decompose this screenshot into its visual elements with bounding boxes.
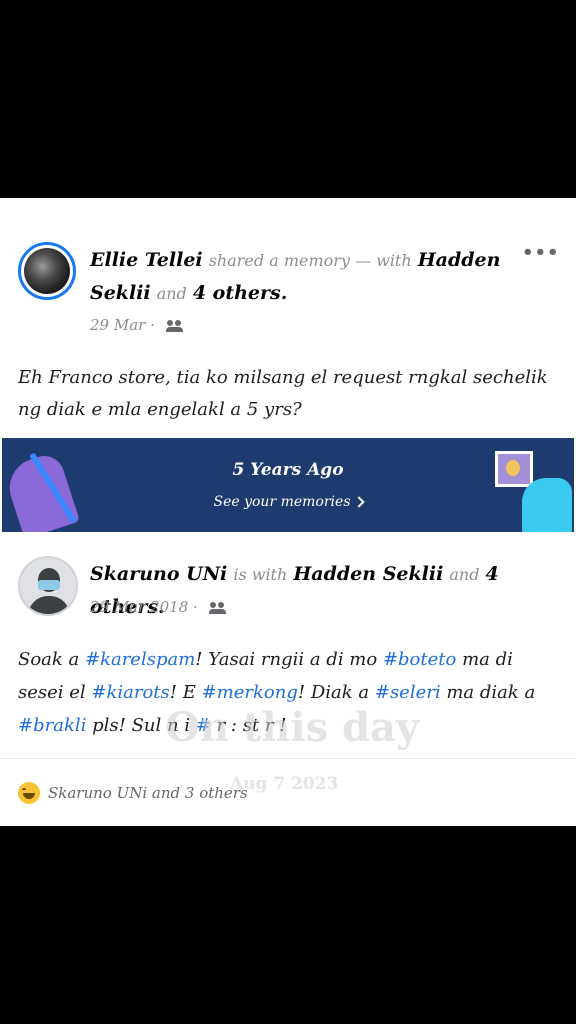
- post1-meta: 29 Mar ·: [90, 316, 184, 334]
- avatar-ellie[interactable]: [18, 242, 76, 300]
- post2-meta: 29 Mar 2018 ·: [90, 598, 227, 616]
- top-black-bar: [0, 0, 576, 198]
- others-link[interactable]: 4 others.: [193, 282, 288, 304]
- text-segment: ma diak a: [440, 682, 536, 703]
- hashtag-link[interactable]: #seleri: [375, 682, 441, 703]
- hashtag-link[interactable]: #boteto: [383, 649, 456, 670]
- post-date[interactable]: 29 Mar 2018 ·: [90, 598, 198, 616]
- text-segment: ! Yasai rngii a di mo: [195, 649, 383, 670]
- text-segment: ! E: [169, 682, 202, 703]
- and-text: and: [156, 284, 187, 303]
- chevron-right-icon: [352, 496, 365, 508]
- post1-text: Eh Franco store, tia ko milsang el reque…: [18, 367, 548, 420]
- laughing-emoji-icon[interactable]: [18, 782, 40, 804]
- hashtag-link[interactable]: #brakli: [18, 715, 86, 736]
- avatar-skaruno[interactable]: [18, 556, 78, 616]
- text-segment: ! Diak a: [297, 682, 375, 703]
- divider: [0, 758, 576, 759]
- hashtag-link[interactable]: #kiarots: [91, 682, 169, 703]
- bottom-black-bar: [0, 826, 576, 1024]
- memory-card: Ellie Tellei shared a memory — with Hadd…: [0, 198, 576, 826]
- and-text: and: [449, 565, 480, 584]
- friends-audience-icon: [165, 320, 184, 332]
- memories-banner[interactable]: 5 Years Ago See your memories: [2, 438, 574, 532]
- friends-audience-icon: [208, 602, 227, 614]
- post-date[interactable]: 29 Mar ·: [90, 316, 155, 334]
- post1-header: Ellie Tellei shared a memory — with Hadd…: [90, 244, 520, 310]
- hashtag-link[interactable]: #karelspam: [85, 649, 195, 670]
- author-name[interactable]: Ellie Tellei: [90, 249, 203, 271]
- author-name[interactable]: Skaruno UNi: [90, 563, 227, 585]
- reaction-summary[interactable]: Skaruno UNi and 3 others: [48, 784, 248, 802]
- see-memories-label: See your memories: [213, 494, 351, 510]
- more-options-icon[interactable]: •••: [522, 242, 560, 263]
- tagged-name[interactable]: Hadden Seklii: [293, 563, 443, 585]
- avatar-image: [24, 248, 70, 294]
- action-text: is with: [233, 565, 288, 584]
- action-text: shared a memory — with: [208, 251, 412, 270]
- text-segment: Soak a: [18, 649, 85, 670]
- hashtag-link[interactable]: #merkong: [202, 682, 298, 703]
- see-memories-link[interactable]: See your memories: [2, 494, 574, 510]
- banner-title: 5 Years Ago: [232, 460, 344, 480]
- watermark-title: On this day: [165, 704, 420, 751]
- avatar-body: [28, 596, 70, 614]
- avatar-mask: [38, 580, 60, 590]
